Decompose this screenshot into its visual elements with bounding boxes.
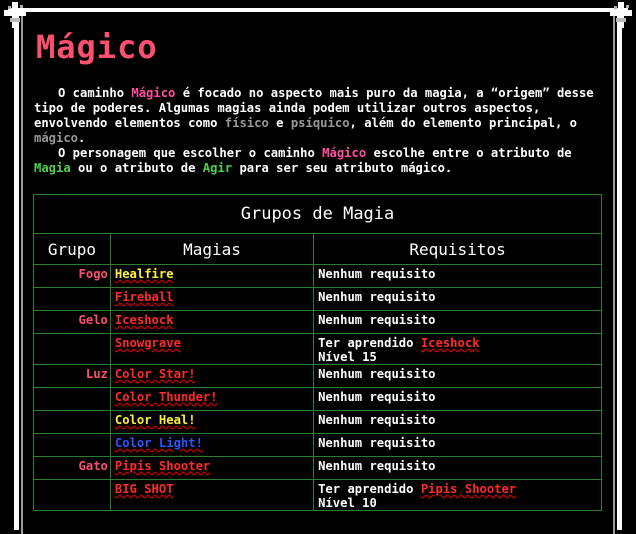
table-row: Color Light! Nenhum requisito [33,433,602,457]
requirement-cell: Nenhum requisito [313,364,602,388]
spell-cell: Color Thunder! [109,387,315,411]
spell-name: Color Heal! [114,413,196,427]
header-requisitos: Requisitos [313,233,602,265]
requirement-cell: Ter aprendido Iceshock Nível 15 [313,333,602,365]
requirement-text: Nenhum requisito [318,290,436,304]
spell-cell: Color Heal! [109,410,315,434]
group-cell [33,333,111,365]
required-spell: Pipis Shooter [420,482,517,496]
group-cell: Luz [33,364,111,388]
requirement-cell: Nenhum requisito [313,456,602,480]
requirement-text: Ter aprendido [318,482,421,496]
table-row: BIG SHOT Ter aprendido Pipis Shooter Nível… [33,479,602,511]
requirement-text: Nenhum requisito [318,390,436,404]
spell-name: Color Thunder! [114,390,218,404]
requirement-text: Nenhum requisito [318,367,436,381]
required-level: Nível 15 [318,350,377,364]
table-row: Fogo Healfire Nenhum requisito [33,264,602,288]
spell-cell: Color Light! [109,433,315,457]
requirement-text: Nenhum requisito [318,459,436,473]
frame-right-inner [613,14,615,534]
header-magias: Magias [109,233,315,265]
requirement-cell: Nenhum requisito [313,410,602,434]
description: O caminho Mágico é focado no aspecto mai… [34,86,604,176]
table-row: Luz Color Star! Nenhum requisito [33,364,602,388]
required-level: Nível 10 [318,496,377,510]
spell-name: Iceshock [114,313,174,327]
table-row: Color Thunder! Nenhum requisito [33,387,602,411]
group-cell [33,387,111,411]
table-caption: Grupos de Magia [33,194,602,234]
frame-left-inner [21,14,23,534]
paragraph-1: O caminho Mágico é focado no aspecto mai… [34,86,594,145]
spell-name: Color Star! [114,367,196,381]
requirement-cell: Ter aprendido Pipis Shooter Nível 10 [313,479,602,511]
requirement-cell: Nenhum requisito [313,433,602,457]
spell-cell: Pipis Shooter [109,456,315,480]
requirement-text: Nenhum requisito [318,436,436,450]
requirement-text: Ter aprendido [318,336,421,350]
table-row: Fireball Nenhum requisito [33,287,602,311]
group-cell: Gelo [33,310,111,334]
spell-name: Healfire [114,267,174,281]
group-cell: Gato [33,456,111,480]
group-cell [33,410,111,434]
group-cell [33,433,111,457]
spell-cell: Iceshock [109,310,315,334]
spell-cell: BIG SHOT [109,479,315,511]
table-row: Snowgrave Ter aprendido Iceshock Nível 15 [33,333,602,365]
requirement-cell: Nenhum requisito [313,310,602,334]
requirement-cell: Nenhum requisito [313,387,602,411]
spell-cell: Snowgrave [109,333,315,365]
requirement-text: Nenhum requisito [318,313,436,327]
spell-name: Pipis Shooter [114,459,211,473]
spell-name: Fireball [114,290,174,304]
paragraph-2: O personagem que escolher o caminho Mági… [34,146,572,175]
corner-ornament-left [4,2,26,28]
requirement-cell: Nenhum requisito [313,287,602,311]
frame-right [617,10,622,530]
group-cell [33,287,111,311]
frame-left [14,10,19,530]
header-grupo: Grupo [33,233,111,265]
page-title: Mágico [36,28,158,66]
group-cell: Fogo [33,264,111,288]
table-row: Gato Pipis Shooter Nenhum requisito [33,456,602,480]
spell-cell: Healfire [109,264,315,288]
requirement-text: Nenhum requisito [318,267,436,281]
requirement-text: Nenhum requisito [318,413,436,427]
group-cell [33,479,111,511]
table-row: Color Heal! Nenhum requisito [33,410,602,434]
requirement-cell: Nenhum requisito [313,264,602,288]
magic-groups-table: Grupos de Magia Grupo Magias Requisitos … [33,194,602,511]
spell-name: Color Light! [114,436,203,450]
spell-name: Snowgrave [114,336,181,350]
corner-ornament-right [610,2,632,28]
required-spell: Iceshock [420,336,480,350]
spell-name: BIG SHOT [114,482,174,496]
frame-top [8,8,628,12]
spell-cell: Color Star! [109,364,315,388]
table-row: Gelo Iceshock Nenhum requisito [33,310,602,334]
spell-cell: Fireball [109,287,315,311]
